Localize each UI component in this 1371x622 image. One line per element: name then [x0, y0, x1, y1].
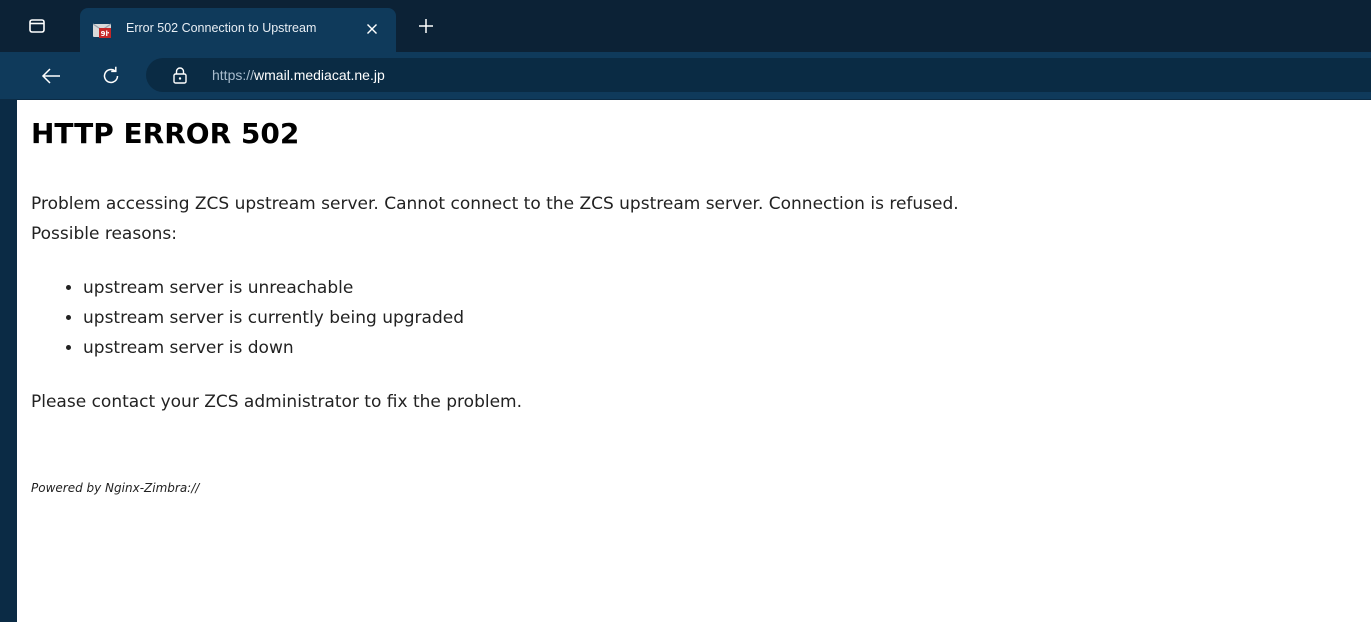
list-item: upstream server is down — [83, 333, 464, 363]
error-message: Problem accessing ZCS upstream server. C… — [31, 189, 959, 249]
page-viewport: HTTP ERROR 502 Problem accessing ZCS ups… — [17, 100, 1371, 622]
plus-icon[interactable] — [416, 16, 436, 36]
lock-icon[interactable] — [172, 66, 188, 84]
tab-strip: 9ŀ Error 502 Connection to Upstream — [0, 0, 1371, 52]
refresh-icon[interactable] — [100, 65, 122, 87]
browser-toolbar: https://wmail.mediacat.ne.jp — [0, 52, 1371, 99]
contact-message: Please contact your ZCS administrator to… — [31, 392, 522, 412]
error-message-line1: Problem accessing ZCS upstream server. C… — [31, 194, 959, 214]
address-bar[interactable]: https://wmail.mediacat.ne.jp — [146, 58, 1371, 92]
url-host: wmail.mediacat.ne.jp — [254, 67, 385, 83]
svg-text:9ŀ: 9ŀ — [101, 30, 110, 38]
url-scheme: https:// — [212, 67, 255, 83]
active-tab[interactable]: 9ŀ Error 502 Connection to Upstream — [80, 8, 396, 52]
tab-title: Error 502 Connection to Upstream — [126, 21, 317, 35]
error-message-line2: Possible reasons: — [31, 224, 177, 244]
list-item: upstream server is currently being upgra… — [83, 303, 464, 333]
powered-by: Powered by Nginx-Zimbra:// — [31, 481, 200, 495]
window-frame-edge — [0, 99, 17, 622]
back-arrow-icon[interactable] — [40, 66, 62, 86]
reasons-list: upstream server is unreachable upstream … — [31, 273, 464, 363]
mail-favicon-icon: 9ŀ — [92, 22, 112, 38]
url-text[interactable]: https://wmail.mediacat.ne.jp — [212, 67, 385, 83]
page-title: HTTP ERROR 502 — [31, 117, 300, 150]
list-item: upstream server is unreachable — [83, 273, 464, 303]
tab-actions-icon[interactable] — [28, 17, 46, 35]
close-icon[interactable] — [364, 21, 380, 37]
